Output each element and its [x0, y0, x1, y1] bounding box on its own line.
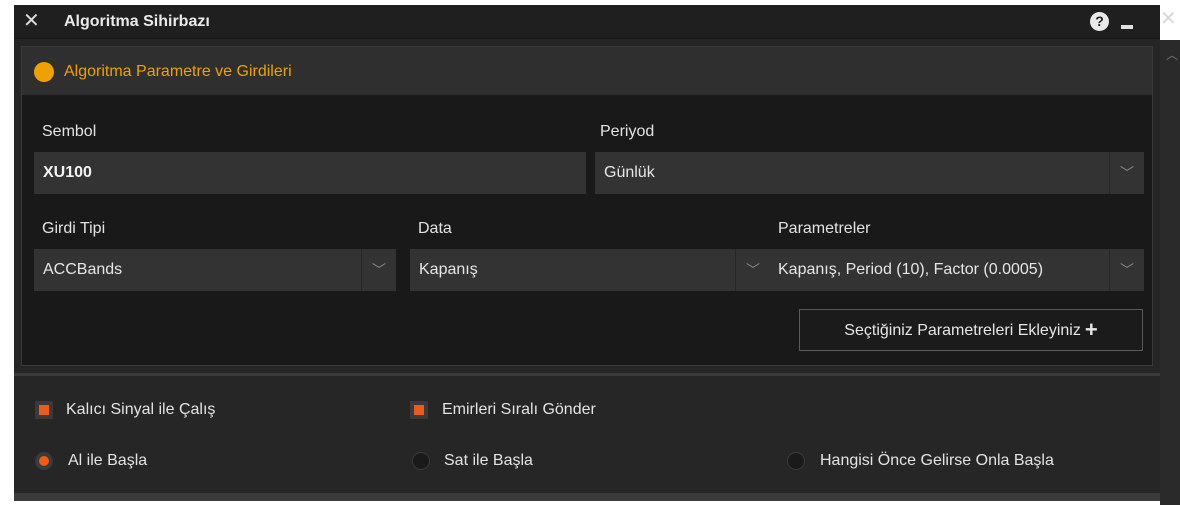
parameters-panel: Algoritma Parametre ve Girdileri Sembol …: [21, 46, 1153, 366]
start-buy-label[interactable]: Al ile Başla: [68, 452, 147, 470]
params-label: Parametreler: [778, 220, 871, 237]
period-select[interactable]: Günlük ﹀: [595, 152, 1144, 194]
symbol-label: Sembol: [42, 123, 97, 140]
help-icon[interactable]: ?: [1090, 12, 1109, 31]
symbol-value: XU100: [43, 164, 92, 181]
close-icon[interactable]: ✕: [1160, 8, 1177, 30]
add-parameters-button[interactable]: Seçtiğiniz Parametreleri Ekleyiniz +: [799, 309, 1143, 351]
input-type-select[interactable]: ACCBands ﹀: [34, 249, 396, 291]
params-value: Kapanış, Period (10), Factor (0.0005): [778, 261, 1044, 278]
input-type-value: ACCBands: [43, 261, 123, 278]
bottom-bar: [14, 493, 1160, 501]
start-first-radio[interactable]: [787, 452, 805, 470]
algorithm-wizard-window: ✕ Algoritma Sihirbazı ? Algoritma Parame…: [14, 5, 1160, 501]
status-dot-icon: [34, 62, 54, 82]
chevron-down-icon[interactable]: ﹀: [1109, 249, 1144, 291]
persistent-signal-checkbox[interactable]: [35, 401, 53, 419]
plus-icon: +: [1084, 317, 1098, 342]
data-select[interactable]: Kapanış ﹀: [410, 249, 770, 291]
close-icon[interactable]: ✕: [23, 9, 40, 33]
checkbox-fill: [414, 405, 424, 415]
window-title: Algoritma Sihirbazı: [64, 13, 210, 30]
start-sell-radio[interactable]: [412, 452, 430, 470]
section-divider: [14, 373, 1160, 376]
chevron-down-icon[interactable]: ﹀: [1109, 152, 1144, 194]
panel-header: Algoritma Parametre ve Girdileri: [22, 47, 1152, 95]
start-first-label[interactable]: Hangisi Önce Gelirse Onla Başla: [820, 452, 1054, 470]
start-sell-label[interactable]: Sat ile Başla: [444, 452, 533, 470]
persistent-signal-label[interactable]: Kalıcı Sinyal ile Çalış: [66, 401, 215, 419]
chevron-down-icon[interactable]: ﹀: [361, 249, 396, 291]
symbol-input[interactable]: XU100: [34, 152, 586, 194]
radio-dot: [39, 456, 49, 466]
period-value: Günlük: [604, 164, 655, 181]
start-buy-radio[interactable]: [35, 452, 53, 470]
data-value: Kapanış: [419, 261, 478, 278]
title-bar: ✕ Algoritma Sihirbazı ?: [14, 5, 1160, 39]
params-select[interactable]: Kapanış, Period (10), Factor (0.0005) ﹀: [769, 249, 1144, 291]
add-parameters-label: Seçtiğiniz Parametreleri Ekleyiniz: [844, 322, 1081, 339]
period-label: Periyod: [600, 123, 655, 140]
sequential-orders-label[interactable]: Emirleri Sıralı Gönder: [442, 401, 596, 419]
data-label: Data: [418, 220, 452, 237]
chevron-up-icon[interactable]: ︿: [1166, 46, 1178, 63]
minimize-icon[interactable]: [1121, 25, 1133, 29]
sequential-orders-checkbox[interactable]: [410, 401, 428, 419]
panel-title: Algoritma Parametre ve Girdileri: [64, 63, 292, 80]
scrollbar[interactable]: ︿: [1160, 40, 1180, 505]
checkbox-fill: [39, 405, 49, 415]
chevron-down-icon[interactable]: ﹀: [735, 249, 770, 291]
input-type-label: Girdi Tipi: [42, 220, 106, 237]
